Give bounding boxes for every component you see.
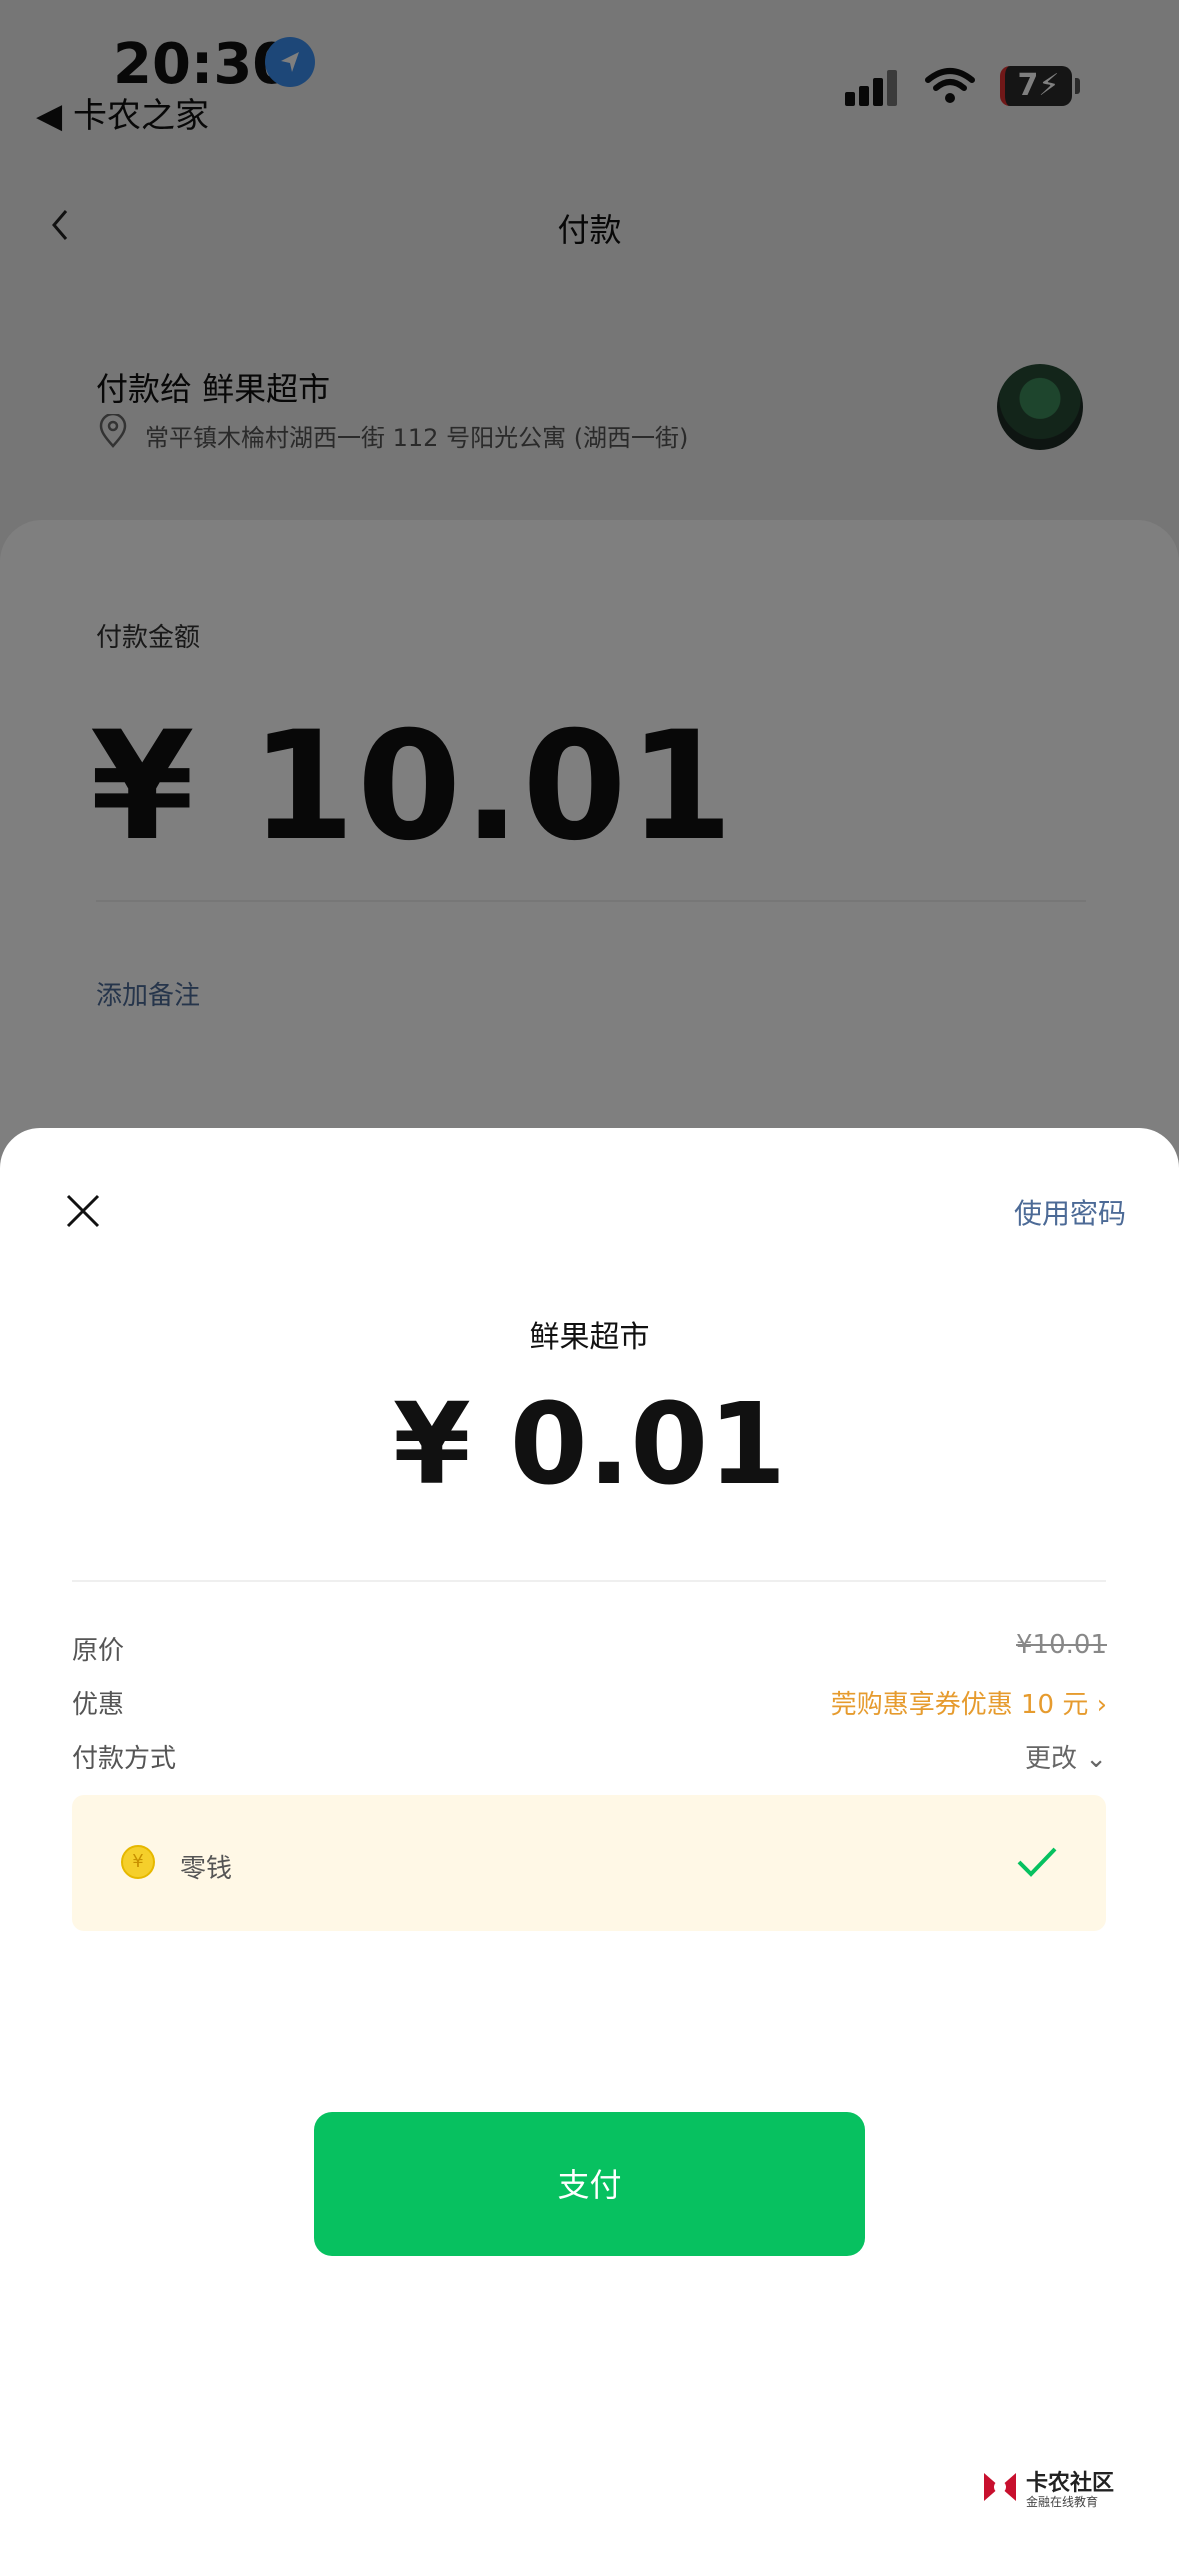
watermark-subtitle: 金融在线教育	[1026, 2495, 1099, 2509]
divider	[72, 1580, 1106, 1582]
original-price-label: 原价	[72, 1636, 125, 1666]
change-method-link[interactable]: 更改 ⌄	[1025, 1738, 1107, 1775]
coin-icon: ¥	[121, 1845, 155, 1879]
original-price-value: ¥10.01	[1016, 1630, 1107, 1660]
payment-method-name: 零钱	[180, 1854, 233, 1884]
watermark-icon	[978, 2465, 1022, 2509]
payment-method-label: 付款方式	[72, 1744, 177, 1774]
close-icon[interactable]	[64, 1192, 102, 1230]
discount-value-link[interactable]: 莞购惠享券优惠 10 元 ›	[831, 1684, 1107, 1721]
checkmark-icon	[1016, 1846, 1058, 1878]
use-password-link[interactable]: 使用密码	[1014, 1192, 1126, 1232]
merchant-name: 鲜果超市	[529, 1320, 650, 1355]
discount-label: 优惠	[72, 1690, 125, 1720]
pay-amount: ¥ 0.01	[392, 1380, 787, 1510]
pay-button[interactable]: 支付	[314, 2112, 865, 2256]
